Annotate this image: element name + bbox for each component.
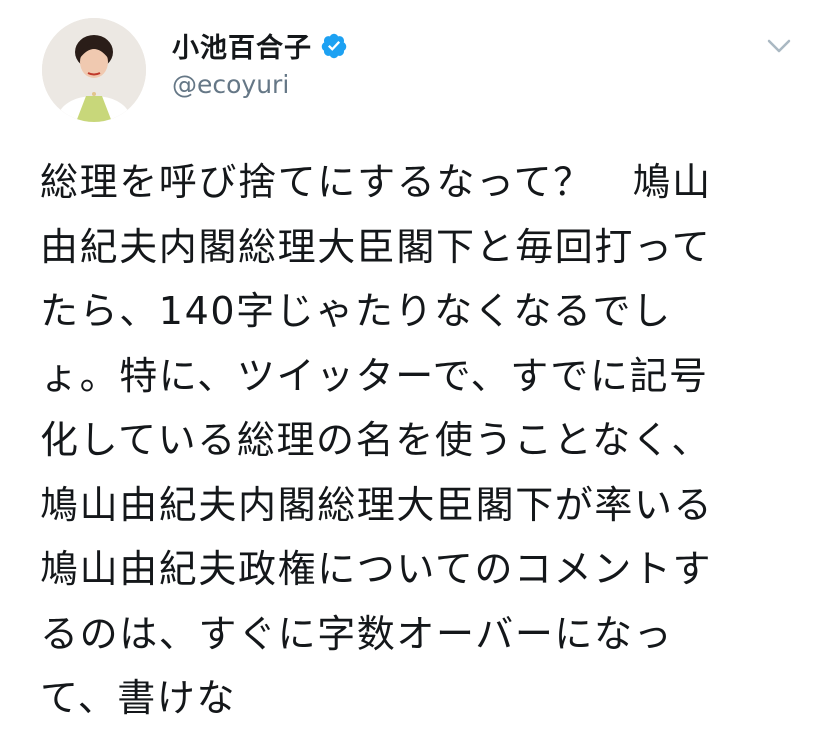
chevron-down-icon[interactable] (766, 36, 792, 56)
tweet-line: て、書けな (40, 676, 237, 720)
verified-badge-icon (321, 33, 347, 58)
tweet-line: 総理を呼び捨てにするなって？ 鳩山 (40, 160, 712, 204)
user-handle[interactable]: @ecoyuri (172, 70, 289, 99)
tweet-line: 鳩山由紀夫内閣総理大臣閣下が率いる (40, 482, 714, 527)
tweet-line: 由紀夫内閣総理大臣閣下と毎回打って (40, 224, 712, 269)
avatar-photo (42, 18, 146, 122)
user-name-row: 小池百合子 (172, 26, 348, 65)
tweet-line: 鳩山由紀夫政権についてのコメントす (40, 547, 713, 591)
tweet-line: たら、140字じゃたりなくなるでし (40, 289, 672, 333)
tweet-line: るのは、すぐに字数オーバーになっ (40, 611, 674, 656)
avatar[interactable] (42, 18, 146, 122)
tweet-header: 小池百合子 @ecoyuri (0, 0, 828, 140)
tweet-text: 総理を呼び捨てにするなって？ 鳩山 由紀夫内閣総理大臣閣下と毎回打って たら、1… (40, 150, 810, 731)
tweet-line: ょ。特に、ツイッターで、すでに記号 (40, 353, 709, 398)
display-name[interactable]: 小池百合子 (172, 26, 312, 65)
tweet-line: 化している総理の名を使うことなく、 (40, 418, 711, 462)
